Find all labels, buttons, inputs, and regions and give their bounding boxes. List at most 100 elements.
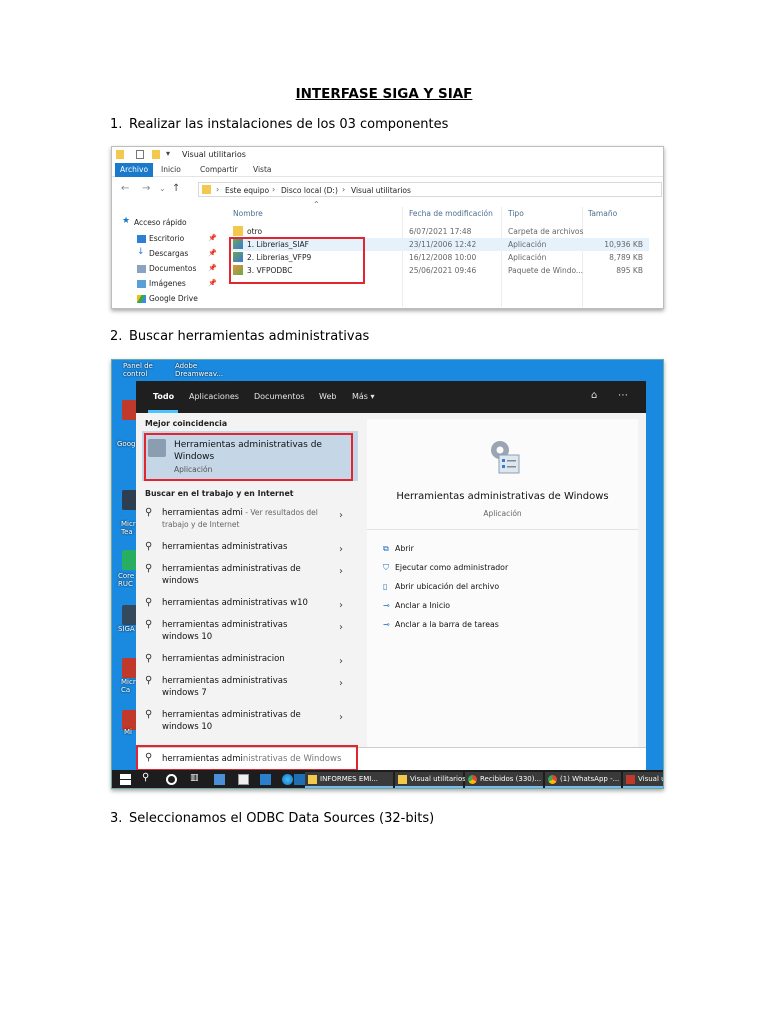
download-icon: ↓ (137, 247, 145, 257)
taskbar-button-label: (1) WhatsApp -... (560, 775, 620, 783)
chevron-right-icon: › (339, 656, 343, 667)
shield-icon: ⛉ (383, 563, 389, 572)
taskbar-button-visual-utilitarios[interactable]: Visual utilitarios (395, 772, 466, 788)
recent-dropdown-icon[interactable]: ⌄ (159, 184, 166, 193)
action-pin-to-start[interactable]: ⊸ Anclar a Inicio (383, 601, 450, 610)
section-heading: Buscar en el trabajo y en Internet (145, 489, 294, 498)
action-run-as-admin[interactable]: ⛉ Ejecutar como administrador (383, 563, 508, 573)
search-icon: ⚲ (145, 597, 153, 608)
list-item[interactable]: ⚲ herramientas administrativas windows 1… (136, 617, 361, 645)
action-label: Anclar a la barra de tareas (395, 620, 499, 629)
back-arrow-icon[interactable]: ← (121, 183, 129, 194)
action-pin-to-taskbar[interactable]: ⊸ Anclar a la barra de tareas (383, 620, 499, 629)
admin-tools-icon (491, 441, 520, 474)
action-label: Ejecutar como administrador (395, 563, 509, 572)
column-tamano[interactable]: Tamaño (588, 209, 617, 218)
app-icon[interactable] (214, 774, 225, 785)
chevron-right-icon: › (339, 600, 343, 611)
cortana-icon[interactable] (166, 774, 177, 785)
tab-archivo[interactable]: Archivo (115, 163, 154, 177)
new-folder-icon[interactable] (152, 150, 160, 159)
desktop-label: SIGA (118, 625, 135, 633)
highlight-frame (136, 745, 358, 771)
task-view-icon[interactable]: ▥ (190, 773, 201, 784)
open-icon: ⧉ (383, 544, 389, 553)
list-item[interactable]: ⚲ herramientas administrativas de window… (136, 707, 361, 735)
taskbar-button-whatsapp[interactable]: (1) WhatsApp -... (545, 772, 621, 788)
tab-todo[interactable]: Todo (153, 392, 174, 401)
sidebar-item-label: Imágenes (149, 279, 186, 288)
tab-vista[interactable]: Vista (253, 165, 272, 174)
tab-inicio[interactable]: Inicio (161, 165, 181, 174)
sidebar-item-documentos[interactable]: Documentos (137, 264, 196, 273)
up-arrow-icon[interactable]: ↑ (172, 183, 180, 194)
suggestion-text: herramientas administrativas windows 7 (162, 676, 288, 698)
properties-icon[interactable] (136, 150, 144, 159)
desktop-label: Core RUC (118, 572, 135, 588)
feedback-icon[interactable]: ⌂ (591, 390, 597, 401)
sidebar-item-acceso-rapido[interactable]: ★ Acceso rápido (122, 216, 187, 227)
list-item[interactable]: ⚲ herramientas admi - Ver resultados del… (136, 505, 361, 533)
column-tipo[interactable]: Tipo (508, 209, 524, 218)
pictures-icon (137, 280, 146, 288)
taskbar-button-informes[interactable]: INFORMES EMI... (305, 772, 393, 788)
highlight-frame (229, 237, 365, 284)
tab-web[interactable]: Web (319, 392, 336, 401)
tab-documentos[interactable]: Documentos (254, 392, 305, 401)
list-item[interactable]: ⚲ herramientas administrativas windows 7… (136, 673, 361, 701)
suggestion-text: herramientas admi - Ver resultados del t… (162, 507, 322, 531)
documents-icon (137, 265, 146, 273)
explorer-titlebar: ▾ Visual utilitarios (112, 147, 663, 163)
sidebar-item-imagenes[interactable]: Imágenes (137, 279, 186, 288)
column-nombre[interactable]: Nombre (233, 209, 263, 218)
taskbar-button-label: Recibidos (330)... (480, 775, 542, 783)
file-date: 25/06/2021 09:46 (409, 266, 477, 275)
taskbar-button-visual[interactable]: Visual u (623, 772, 664, 788)
forward-arrow-icon[interactable]: → (142, 183, 150, 194)
document-title: INTERFASE SIGA Y SIAF (295, 86, 473, 102)
tab-compartir[interactable]: Compartir (200, 165, 238, 174)
sidebar-item-escritorio[interactable]: Escritorio (137, 234, 184, 243)
search-icon: ⚲ (145, 563, 153, 574)
file-type: Paquete de Windo... (508, 266, 584, 275)
folder-icon (116, 150, 124, 159)
pin-icon: 📌 (208, 279, 217, 287)
step-3: 3. Seleccionamos el ODBC Data Sources (32… (110, 811, 435, 826)
action-open-file-location[interactable]: ▯ Abrir ubicación del archivo (383, 582, 499, 591)
column-fecha[interactable]: Fecha de modificación (409, 209, 493, 218)
sidebar-item-google-drive[interactable]: Google Drive (137, 294, 198, 303)
tab-aplicaciones[interactable]: Aplicaciones (189, 392, 239, 401)
ribbon-tabs: Archivo Inicio Compartir Vista (112, 163, 663, 177)
breadcrumb-visual-utilitarios[interactable]: Visual utilitarios (351, 186, 411, 195)
pin-icon: 📌 (208, 234, 217, 242)
action-abrir[interactable]: ⧉ Abrir (383, 544, 414, 554)
sidebar-item-label: Google Drive (149, 294, 198, 303)
breadcrumb-disco-local[interactable]: Disco local (D:) (281, 186, 338, 195)
search-icon[interactable]: ⚲ (142, 772, 153, 783)
more-options-icon[interactable]: ⋯ (618, 390, 628, 401)
windows-start-icon[interactable] (120, 774, 131, 785)
address-bar[interactable]: › Este equipo › Disco local (D:) › Visua… (198, 182, 662, 197)
search-icon: ⚲ (145, 653, 153, 664)
quick-access-dropdown-icon[interactable]: ▾ (166, 149, 170, 158)
breadcrumb-este-equipo[interactable]: Este equipo (225, 186, 269, 195)
file-type: Aplicación (508, 253, 547, 262)
taskbar-button-label: Visual u (638, 775, 664, 783)
chevron-right-icon: › (339, 544, 343, 555)
windows-desktop: Panel de control Adobe Dreamweav... Goog… (111, 359, 664, 789)
file-name: otro (247, 227, 263, 236)
tab-mas[interactable]: Más ▾ (352, 392, 375, 401)
desktop-label: Goog (117, 440, 136, 448)
store-icon[interactable] (238, 774, 249, 785)
list-item[interactable]: ⚲ herramientas administrativas de window… (136, 561, 361, 589)
desktop-icon (137, 235, 146, 243)
app-icon[interactable] (260, 774, 271, 785)
google-drive-icon (137, 295, 146, 303)
edge-icon[interactable] (282, 774, 293, 785)
sidebar-item-descargas[interactable]: ↓ Descargas (137, 247, 188, 258)
taskbar-button-recibidos[interactable]: Recibidos (330)... (465, 772, 543, 788)
chevron-right-icon: › (339, 510, 343, 521)
desktop-label: Adobe Dreamweav... (175, 362, 224, 378)
address-area: ← → ⌄ ↑ › Este equipo › Disco local (D:)… (112, 180, 663, 199)
app-icon[interactable] (294, 774, 305, 785)
